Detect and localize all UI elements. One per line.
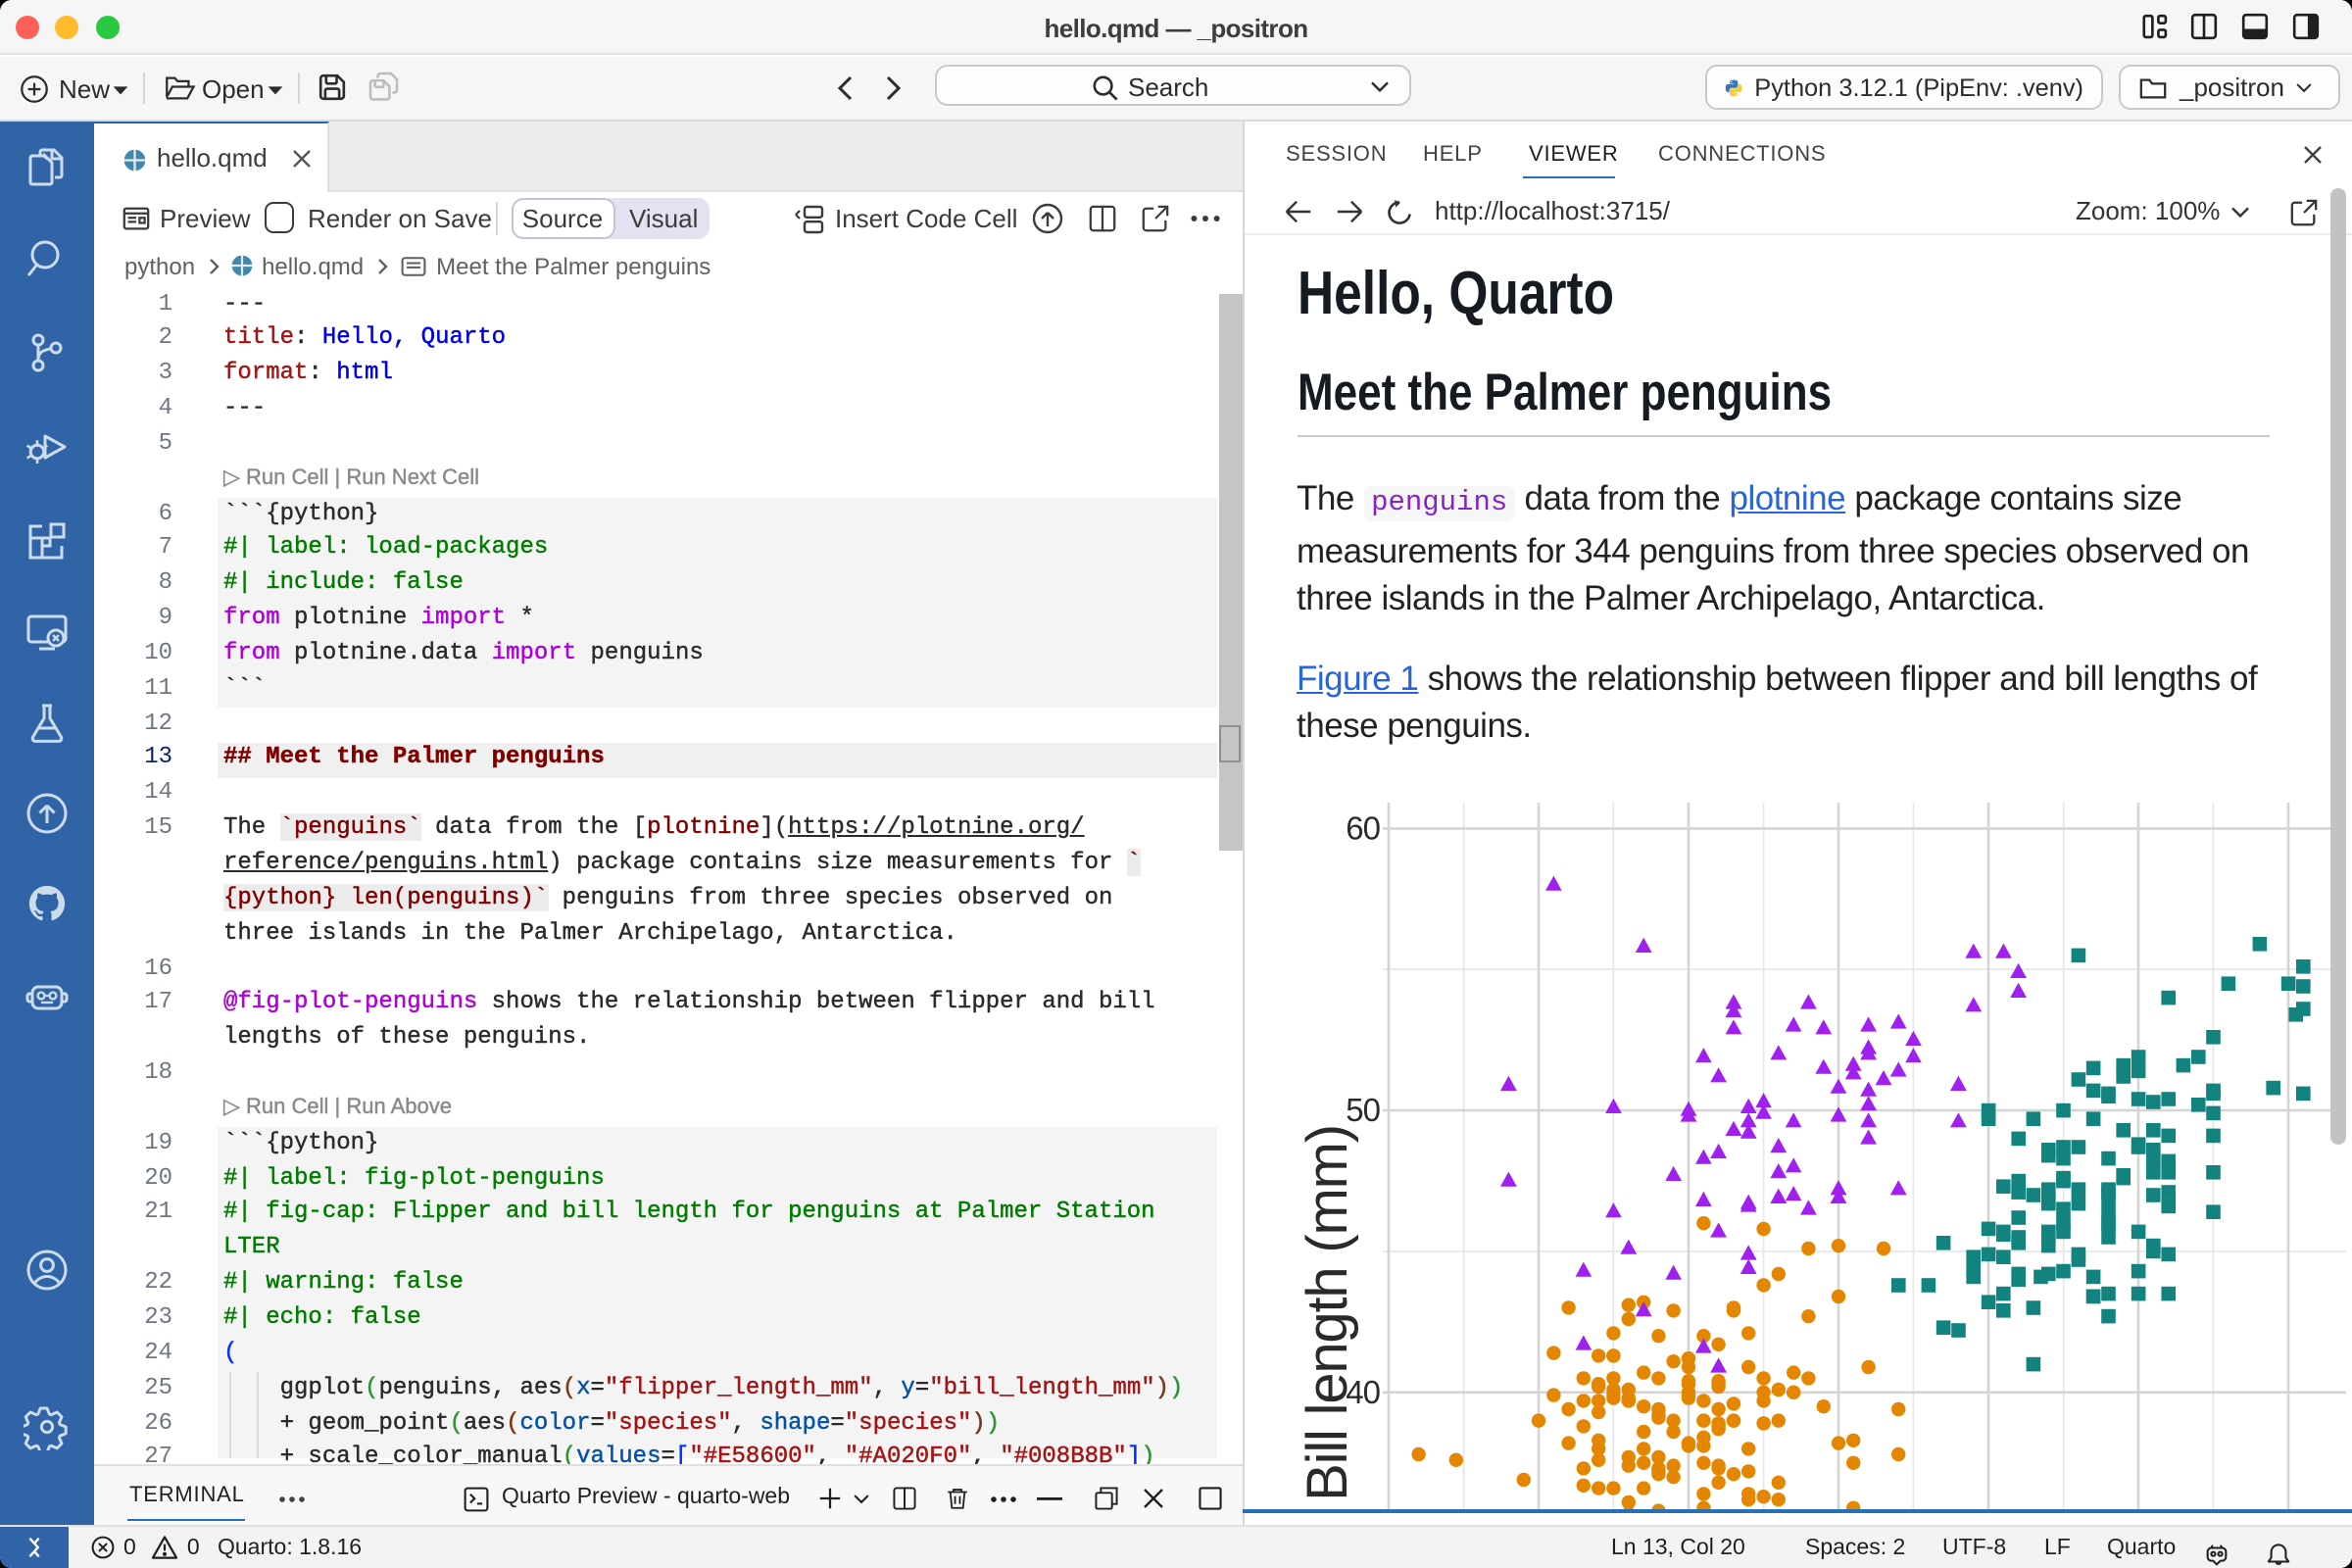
svg-text:60: 60 xyxy=(1346,809,1380,846)
svg-text:Bill length (mm): Bill length (mm) xyxy=(1296,1125,1359,1501)
svg-text:50: 50 xyxy=(1346,1092,1380,1128)
